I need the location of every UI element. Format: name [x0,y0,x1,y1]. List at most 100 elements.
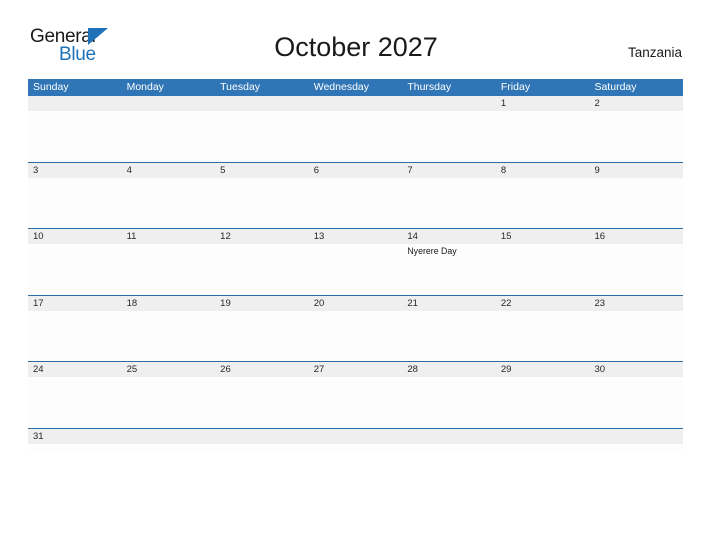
event-cell[interactable] [589,377,683,427]
day-number: 24 [33,364,44,375]
day-cell[interactable]: 30 [589,362,683,377]
event-band [28,111,683,161]
day-cell[interactable]: 17 [28,296,122,311]
event-band [28,178,683,228]
date-band: 24 25 26 27 28 29 30 [28,362,683,377]
event-cell[interactable] [122,377,216,427]
day-cell[interactable]: 4 [122,163,216,178]
event-cell[interactable] [496,244,590,294]
event-cell[interactable] [28,111,122,161]
event-cell[interactable] [122,311,216,361]
event-cell[interactable] [122,244,216,294]
day-cell[interactable] [215,96,309,111]
event-cell[interactable] [215,244,309,294]
day-cell[interactable]: 15 [496,229,590,244]
page-title: October 2027 [274,32,438,62]
day-number: 5 [220,164,226,176]
day-cell[interactable]: 29 [496,362,590,377]
day-cell[interactable] [309,96,403,111]
weekday-header-wednesday: Wednesday [313,81,369,93]
day-cell[interactable] [28,96,122,111]
event-cell[interactable] [28,377,122,427]
day-number: 9 [594,164,600,176]
event-cell[interactable] [589,311,683,361]
event-cell[interactable] [309,178,403,228]
event-cell[interactable] [496,377,590,427]
week-row: 10 11 12 13 14 15 16 Nyerere Day [28,229,683,296]
day-cell[interactable]: 9 [589,163,683,178]
day-cell[interactable] [496,429,590,444]
event-cell[interactable] [215,377,309,427]
event-cell[interactable] [402,178,496,228]
day-number: 21 [407,297,418,309]
day-number: 26 [220,364,231,375]
event-cell[interactable] [122,111,216,161]
day-number: 25 [126,364,138,375]
event-cell[interactable] [402,311,496,361]
weekday-header-friday: Friday [500,81,531,93]
day-cell[interactable]: 2 [589,96,683,111]
event-cell[interactable] [402,111,496,161]
day-cell[interactable]: 1 [496,96,590,111]
country-label: Tanzania [627,45,682,60]
day-cell[interactable] [589,429,683,444]
weekday-header-sunday: Sunday [33,81,69,93]
day-cell[interactable]: 6 [309,163,403,178]
event-cell[interactable] [589,244,683,294]
week-row: 3 4 5 6 7 8 9 [28,162,683,229]
day-cell[interactable] [402,96,496,111]
day-cell[interactable] [122,429,216,444]
calendar-grid: Sunday Monday Tuesday Wednesday Thursday… [28,79,683,451]
day-cell[interactable]: 22 [496,296,590,311]
day-cell[interactable]: 21 [402,296,496,311]
day-cell[interactable]: 31 [28,429,122,444]
day-cell[interactable]: 8 [496,163,590,178]
event-cell[interactable] [215,178,309,228]
day-cell[interactable]: 7 [402,163,496,178]
day-cell[interactable]: 12 [215,229,309,244]
day-cell[interactable] [309,429,403,444]
day-cell[interactable]: 20 [309,296,403,311]
day-cell[interactable]: 19 [215,296,309,311]
event-cell[interactable] [589,111,683,161]
day-number: 22 [500,297,512,309]
day-cell[interactable]: 13 [309,229,403,244]
day-cell[interactable]: 25 [122,362,216,377]
day-cell[interactable]: 14 [402,229,496,244]
day-cell[interactable] [215,429,309,444]
day-cell[interactable]: 16 [589,229,683,244]
day-cell[interactable]: 5 [215,163,309,178]
weekday-header-monday: Monday [126,81,164,93]
day-number: 28 [407,364,418,375]
event-cell[interactable] [28,311,122,361]
event-cell[interactable]: Nyerere Day [402,244,496,294]
day-number: 31 [33,430,44,442]
day-cell[interactable]: 24 [28,362,122,377]
date-band: 3 4 5 6 7 8 9 [28,162,683,178]
event-cell[interactable] [28,178,122,228]
day-cell[interactable]: 10 [28,229,122,244]
event-cell[interactable] [309,111,403,161]
event-cell[interactable] [496,111,590,161]
event-cell[interactable] [28,244,122,294]
event-cell[interactable] [589,178,683,228]
day-number: 29 [500,364,512,375]
event-cell[interactable] [402,377,496,427]
day-cell[interactable]: 26 [215,362,309,377]
event-cell[interactable] [215,111,309,161]
day-cell[interactable]: 27 [309,362,403,377]
event-cell[interactable] [496,178,590,228]
day-cell[interactable]: 23 [589,296,683,311]
event-cell[interactable] [309,244,403,294]
day-cell[interactable] [122,96,216,111]
day-cell[interactable]: 18 [122,296,216,311]
event-cell[interactable] [496,311,590,361]
event-cell[interactable] [309,311,403,361]
day-cell[interactable]: 28 [402,362,496,377]
day-cell[interactable]: 11 [122,229,216,244]
event-cell[interactable] [215,311,309,361]
day-cell[interactable] [402,429,496,444]
event-cell[interactable] [309,377,403,427]
event-cell[interactable] [122,178,216,228]
day-cell[interactable]: 3 [28,163,122,178]
